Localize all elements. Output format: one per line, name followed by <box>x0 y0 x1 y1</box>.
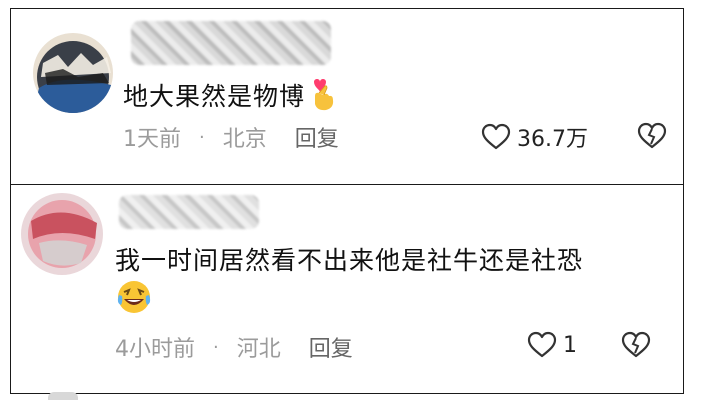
broken-heart-icon <box>637 122 667 149</box>
separator-dot: · <box>213 336 219 358</box>
comment-location: 河北 <box>236 337 281 362</box>
username-blurred[interactable] <box>119 195 259 229</box>
comment-item: 我一时间居然看不出来他是社牛还是社恐 4小时前 · 河北 回复 1 <box>10 184 684 394</box>
comment-list: 地大果然是物博 1天前 · 北京 回复 36.7万 我一时间居然看不出来他是社牛… <box>0 0 705 401</box>
avatar[interactable] <box>33 33 113 113</box>
comment-item: 地大果然是物博 1天前 · 北京 回复 36.7万 <box>10 8 684 185</box>
dislike-button[interactable] <box>637 122 667 154</box>
dislike-button[interactable] <box>621 331 651 363</box>
hand-heart-emoji <box>309 78 337 118</box>
like-count: 36.7万 <box>517 127 588 152</box>
reply-button[interactable]: 回复 <box>295 121 339 153</box>
avatar <box>48 392 78 400</box>
like-count: 1 <box>563 332 577 358</box>
heart-icon <box>481 123 511 150</box>
comment-location: 北京 <box>222 127 267 152</box>
comment-time: 4小时前 <box>115 337 195 362</box>
comment-text: 我一时间居然看不出来他是社牛还是社恐 <box>115 241 583 277</box>
comment-meta: 1天前 · 北京 回复 <box>123 121 339 153</box>
like-button[interactable]: 36.7万 <box>481 121 588 153</box>
avatar[interactable] <box>21 193 103 275</box>
username-blurred[interactable] <box>131 21 331 65</box>
broken-heart-icon <box>621 331 651 358</box>
heart-icon <box>527 331 557 358</box>
rolling-laughing-emoji <box>115 279 153 319</box>
comment-time: 1天前 <box>123 127 181 152</box>
comment-text: 地大果然是物博 <box>123 77 337 118</box>
comment-body: 我一时间居然看不出来他是社牛还是社恐 <box>115 246 584 275</box>
reply-button[interactable]: 回复 <box>309 331 353 363</box>
comment-body: 地大果然是物博 <box>123 82 306 111</box>
separator-dot: · <box>199 126 205 148</box>
like-button[interactable]: 1 <box>527 331 577 359</box>
comment-meta: 4小时前 · 河北 回复 <box>115 331 353 363</box>
